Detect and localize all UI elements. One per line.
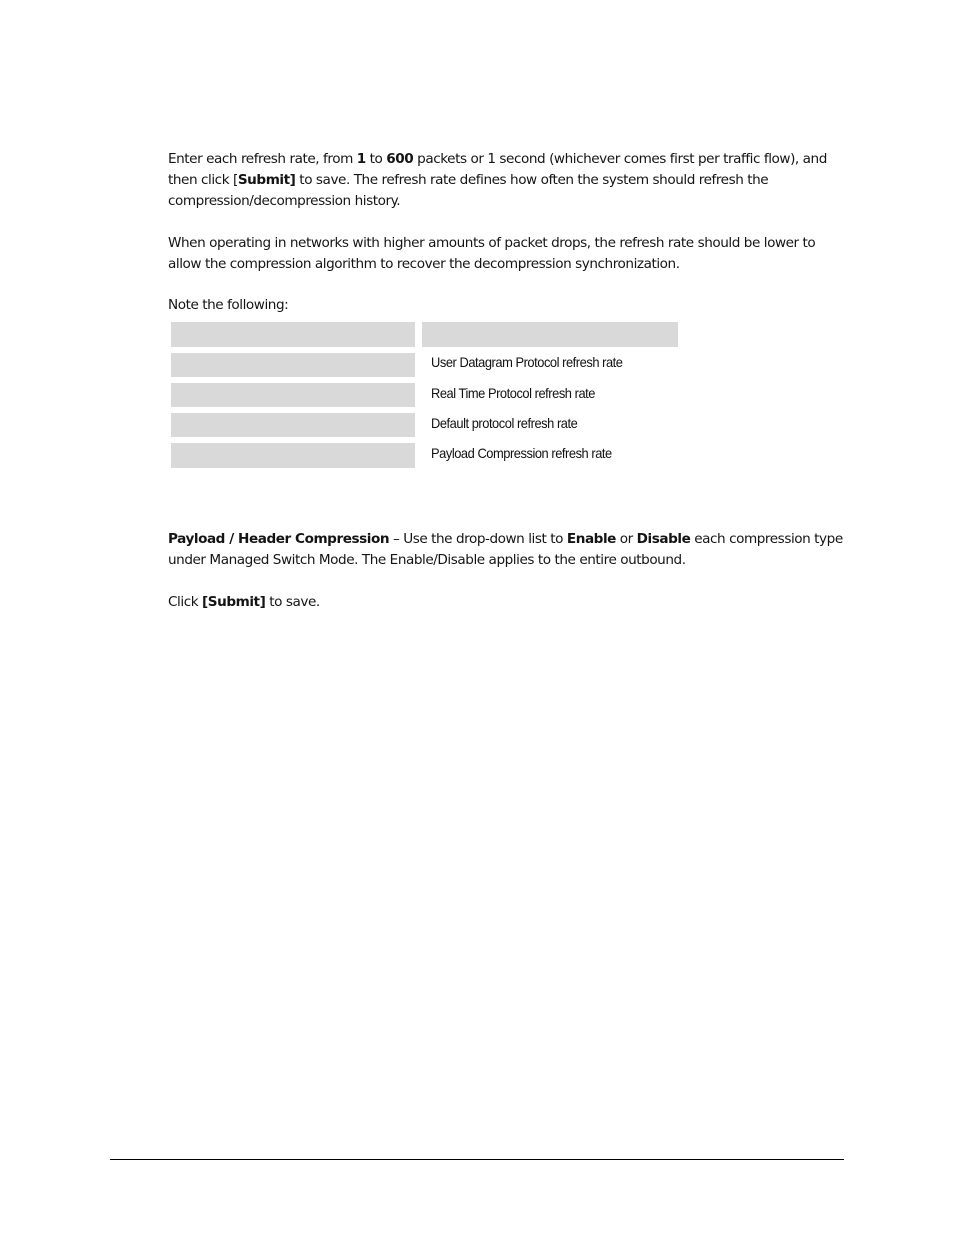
text-run: – Use the drop-down list to [389,531,567,547]
submit-reference: Submit] [237,172,296,188]
table-cell-description: Payload Compression refresh rate [431,445,612,461]
table-header-cell-description [422,322,678,347]
footer-divider [110,1159,844,1160]
submit-instruction-paragraph: Click [Submit] to save. [168,592,848,613]
table-cell-term [171,443,415,468]
table-cell-description: Real Time Protocol refresh rate [431,385,595,401]
text-run: Enter each refresh rate, from [168,151,357,167]
table-cell-term [171,413,415,437]
table-cell-description: User Datagram Protocol refresh rate [431,354,623,370]
text-run: to save. [265,594,320,610]
table-header-cell-term [171,322,415,347]
table-cell-term [171,383,415,407]
table-cell-description: Default protocol refresh rate [431,415,578,431]
text-run: Click [168,594,203,610]
packet-drops-paragraph: When operating in networks with higher a… [168,235,816,272]
min-value: 1 [356,151,366,167]
refresh-rate-intro-paragraph: Enter each refresh rate, from 1 to 600 p… [168,149,848,212]
compression-paragraph: Payload / Header Compression – Use the d… [168,529,848,571]
term-label: Payload / Header Compression [168,531,390,547]
submit-reference: [Submit] [202,594,266,610]
text-run: or [615,531,637,547]
note-lead-text: Note the following: [168,297,289,313]
text-run: to [365,151,387,167]
enable-option-reference: Enable [566,531,616,547]
disable-option-reference: Disable [636,531,691,547]
max-value: 600 [386,151,414,167]
table-cell-term [171,353,415,377]
